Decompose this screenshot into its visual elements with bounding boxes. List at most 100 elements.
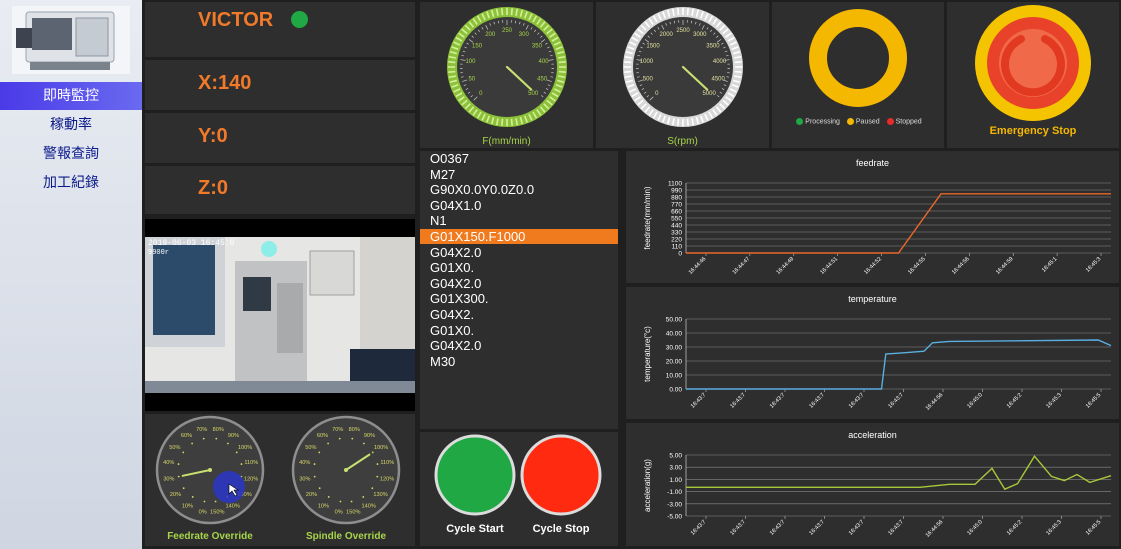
program-line: N1 [430, 213, 447, 228]
emergency-stop-panel: Emergency Stop [947, 2, 1119, 148]
chart-x-tick-label: 16:43:7 [848, 519, 865, 536]
acceleration-chart-panel: acceleration acceleration(g) 5.00 3.00 1.00… [626, 423, 1119, 546]
temperature-chart-panel: temperature temperature(°c) 0.00 10.00 20.0… [626, 287, 1119, 419]
chart-x-tick-label: 16:45:5 [1085, 392, 1102, 409]
dial-tick-dot [376, 463, 379, 465]
feedrate-override-label: Feedrate Override [167, 531, 253, 542]
dial-tick-dot [215, 437, 218, 440]
program-line: G04X2. [430, 307, 475, 322]
dial-tick-dot [177, 475, 180, 478]
camera-label: 9900r [148, 249, 170, 257]
nav-item-alarm-query[interactable]: 警報查詢 [0, 140, 142, 168]
program-line: G90X0.0Y0.0Z0.0 [430, 182, 535, 197]
dial-tick-label: 80% [213, 427, 224, 433]
machine-status-indicator [291, 11, 308, 28]
gauge-tick-label: 150 [472, 43, 483, 49]
cycle-stop-button[interactable] [520, 434, 602, 516]
legend-paused: Paused [855, 118, 880, 126]
dial-tick-dot [362, 442, 365, 445]
emergency-stop-button[interactable] [973, 3, 1093, 123]
feedrate-chart: feedrate(mm/min) 011022033044055066077088… [643, 181, 1111, 276]
gauge-tick-label: 450 [537, 76, 548, 82]
chart-y-tick-label: 550 [671, 216, 682, 223]
gauge-bezel-tick [510, 118, 513, 126]
chart-y-tick-label: 0 [678, 251, 682, 258]
paused-dot [846, 118, 854, 125]
dial-tick-dot [226, 442, 229, 445]
gauge-bezel-tick [558, 61, 566, 64]
acceleration-chart: acceleration(g) 5.00 3.00 1.00 -1.00 -3.00 -5.… [643, 453, 1112, 539]
gauge-bezel-tick [501, 8, 504, 16]
nav-item-live-monitor[interactable]: 即時監控 [0, 82, 142, 110]
chart-y-tick-label: 50.00 [666, 317, 683, 324]
nav-item-utilization[interactable]: 稼動率 [0, 111, 142, 139]
chart-y-tick-label: 770 [671, 202, 682, 209]
gauge-tick-label: 300 [519, 32, 530, 38]
chart-y-tick-label: 110 [672, 244, 683, 251]
chart-x-tick-label: 16:44:56 [951, 256, 971, 276]
chart-x-tick-label: 16:44:56 [925, 392, 945, 412]
program-line: G04X2.0 [430, 338, 482, 353]
gauge-bezel-tick [448, 70, 456, 73]
gauge-bezel-tick [734, 61, 742, 64]
run-status-ring [809, 9, 907, 107]
chart-x-tick-label: 16:43:7 [887, 392, 904, 409]
dial-tick-label: 140% [226, 503, 240, 509]
chart-x-tick-label: 16:45:3 [1045, 519, 1062, 536]
chart-x-tick-label: 16:43:7 [690, 392, 707, 409]
x-axis-panel: X:140 [145, 60, 415, 110]
chart-x-tick-label: 16:45:1 [1041, 256, 1058, 273]
dial-tick-label: 60% [317, 433, 328, 439]
dial-tick-dot [235, 451, 238, 454]
spindle-override-dial[interactable]: 0% 10%20% 30% 40% 50%60% 70% 80% 90% 100% 110% 120… [291, 414, 401, 526]
dial-hub [344, 468, 348, 472]
chart-x-tick-label: 16:43:7 [729, 519, 746, 536]
chart-y-tick-label: -1.00 [667, 489, 682, 496]
dial-tick-dot [371, 487, 374, 490]
dial-tick-dot [313, 463, 316, 465]
gauge-bezel-tick [448, 61, 456, 64]
chart-y-tick-label: 1.00 [669, 477, 682, 484]
status-legend: Processing Paused Stopped [794, 118, 924, 125]
dial-tick-dot [350, 500, 353, 503]
chart-x-tick-label: 16:44:55 [907, 256, 927, 276]
gauge-tick-label: 3000 [693, 32, 707, 38]
gauge-bezel-tick [510, 8, 513, 16]
gauge-bezel-tick [734, 70, 742, 73]
gauge-tick-label: 500 [643, 76, 654, 82]
dial-tick-label: 10% [182, 503, 193, 509]
chart-y-tick-label: 5.00 [669, 453, 682, 460]
z-axis-panel: Z:0 [145, 166, 415, 214]
gauge-bezel-tick [624, 61, 632, 64]
feedrate-gauge-panel: 0 50 100 150 200 250 300 350 400 450 500 F(mm/min) [420, 2, 593, 148]
gauge-tick-label: 250 [502, 28, 513, 34]
spindle-gauge-label: S(rpm) [667, 136, 698, 147]
chart-y-axis-label: acceleration(g) [643, 459, 652, 512]
chart-y-tick-label: 660 [671, 209, 682, 216]
emergency-stop-label: Emergency Stop [989, 125, 1077, 137]
chart-x-tick-label: 16:45:5 [1085, 519, 1102, 536]
sidebar: 即時監控 稼動率 警報查詢 加工紀錄 [0, 0, 142, 549]
gauge-tick-label: 400 [539, 59, 550, 65]
dial-tick-dot [318, 487, 321, 490]
cycle-stop-label: Cycle Stop [532, 523, 590, 535]
feedrate-override-dial[interactable]: 0% 10%20% 30% 40% 50%60% 70% 80% 90% 100% 110% 120… [155, 414, 265, 526]
dial-tick-label: 30% [163, 477, 174, 483]
nav-item-process-record[interactable]: 加工紀錄 [0, 169, 142, 197]
chart-x-tick-label: 16:45:3 [1045, 392, 1062, 409]
dial-tick-label: 100% [374, 445, 388, 451]
dial-tick-dot [191, 496, 194, 498]
machine-name: VICTOR [198, 9, 274, 31]
feedrate-gauge: 050100150200250300350400450500 [447, 7, 567, 127]
gauge-tick-label: 4500 [712, 76, 726, 82]
feedrate-chart-panel: feedrate feedrate(mm/min) 0 110 220 330 440 55… [626, 151, 1119, 283]
dial-tick-dot [327, 496, 330, 498]
dial-tick-label: 0% [199, 509, 207, 515]
cycle-start-button[interactable] [434, 434, 516, 516]
dial-tick-dot [203, 500, 206, 503]
chart-x-tick-label: 16:44:59 [995, 256, 1015, 276]
program-line: M27 [430, 167, 456, 182]
gauge-bezel-tick [677, 8, 680, 16]
dial-tick-dot [376, 475, 379, 478]
dial-tick-label: 50% [169, 445, 180, 451]
